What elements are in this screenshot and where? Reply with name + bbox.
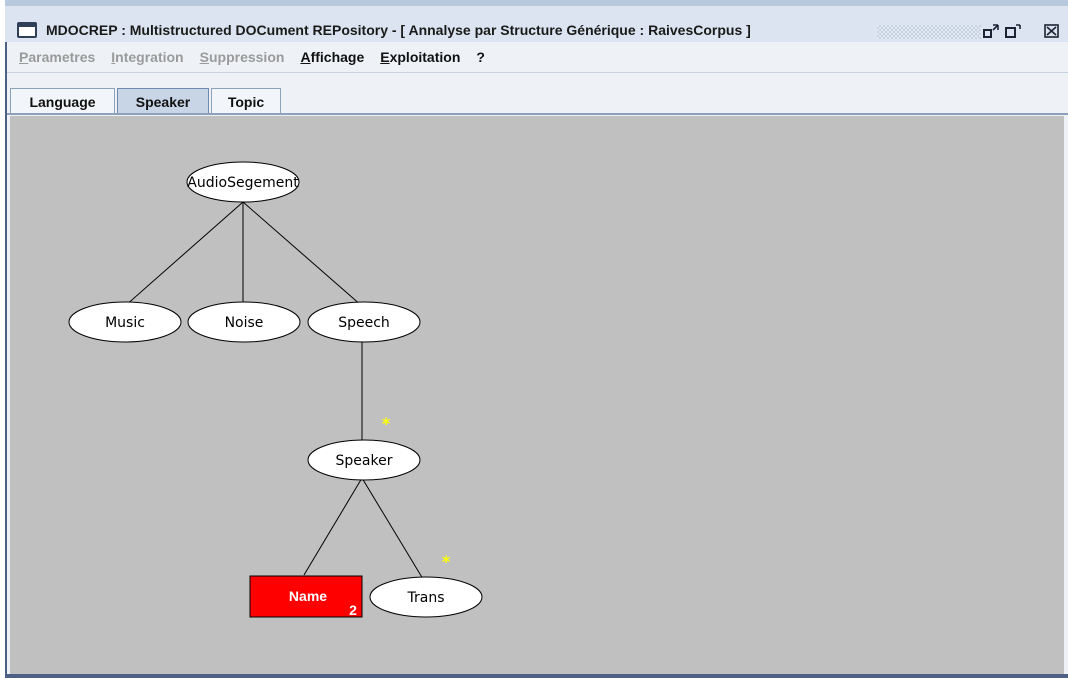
node-label: AudioSegement bbox=[187, 175, 299, 191]
node-label: Noise bbox=[225, 315, 264, 331]
node-label: Music bbox=[105, 315, 145, 331]
close-icon[interactable] bbox=[1042, 22, 1062, 40]
repeat-marker: * bbox=[382, 414, 391, 433]
tab-divider bbox=[7, 113, 1068, 115]
node-name-selected[interactable]: Name 2 bbox=[249, 575, 363, 618]
node-trans[interactable]: Trans bbox=[369, 576, 483, 618]
window-icon bbox=[17, 22, 37, 38]
menu-exploitation[interactable]: Exploitation bbox=[380, 49, 460, 65]
tab-speaker[interactable]: Speaker bbox=[117, 88, 209, 114]
node-label: Speech bbox=[338, 315, 390, 331]
node-speaker[interactable]: Speaker bbox=[307, 439, 421, 481]
edge-audio-music bbox=[124, 201, 244, 307]
node-speech[interactable]: Speech bbox=[307, 301, 421, 343]
menu-bar: Parametres Integration Suppression Affic… bbox=[7, 42, 1068, 73]
menu-help[interactable]: ? bbox=[476, 49, 485, 65]
menu-suppression[interactable]: Suppression bbox=[200, 49, 285, 65]
node-music[interactable]: Music bbox=[68, 301, 182, 343]
tab-topic[interactable]: Topic bbox=[211, 88, 281, 114]
node-label: Name bbox=[289, 588, 327, 604]
menu-parametres[interactable]: Parametres bbox=[19, 49, 95, 65]
window-bottom-border bbox=[7, 674, 1068, 678]
title-bar: MDOCREP : Multistructured DOCument REPos… bbox=[5, 0, 1068, 42]
tab-strip: Language Speaker Topic bbox=[7, 83, 1068, 115]
title-bar-grip bbox=[877, 25, 981, 39]
menu-affichage[interactable]: Affichage bbox=[300, 49, 364, 65]
menu-integration[interactable]: Integration bbox=[111, 49, 183, 65]
edge-audio-speech bbox=[242, 201, 363, 307]
repeat-marker: * bbox=[442, 552, 451, 571]
window-title: MDOCREP : Multistructured DOCument REPos… bbox=[46, 22, 751, 38]
node-label: Trans bbox=[407, 590, 445, 606]
structure-tree: AudioSegement Music Noise Speech * Speak… bbox=[68, 161, 483, 618]
edge-speaker-name bbox=[303, 477, 363, 576]
structure-canvas[interactable]: AudioSegement Music Noise Speech * Speak… bbox=[10, 116, 1064, 674]
maximize-icon[interactable] bbox=[1003, 22, 1023, 40]
node-noise[interactable]: Noise bbox=[187, 301, 301, 343]
occurrence-count: 2 bbox=[349, 602, 357, 618]
tab-language[interactable]: Language bbox=[10, 88, 115, 114]
edge-speaker-trans bbox=[361, 477, 424, 580]
node-label: Speaker bbox=[336, 453, 393, 469]
restore-icon[interactable] bbox=[981, 22, 1001, 40]
node-audiosegement[interactable]: AudioSegement bbox=[186, 161, 300, 203]
